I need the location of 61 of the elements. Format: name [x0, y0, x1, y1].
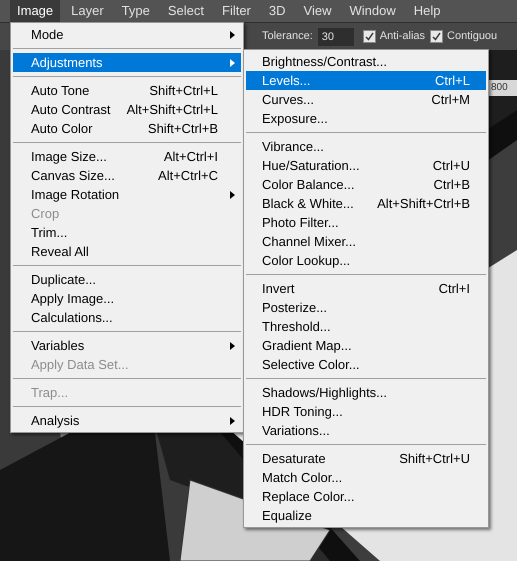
submenu-arrow-icon: [230, 190, 235, 198]
menu-item[interactable]: Shadows/Highlights...: [246, 383, 486, 402]
submenu-arrow-icon: [230, 58, 235, 66]
menu-item[interactable]: Auto Color Shift+Ctrl+B: [13, 119, 241, 138]
ruler-label: 800: [491, 82, 508, 93]
menu-item[interactable]: Gradient Map...: [246, 336, 486, 355]
menu-item[interactable]: Variables: [13, 336, 241, 355]
submenu-arrow-icon: [230, 342, 235, 350]
menu-item[interactable]: Match Color...: [246, 468, 486, 487]
menu-bar-item[interactable]: Image: [10, 0, 60, 22]
menu-bar-item[interactable]: View: [296, 0, 338, 22]
menu-item[interactable]: Channel Mixer...: [246, 232, 486, 251]
tolerance-field[interactable]: 30: [318, 28, 354, 46]
menu-bar-item[interactable]: Layer: [64, 0, 111, 22]
menu-item[interactable]: Curves... Ctrl+M: [246, 90, 486, 109]
menu-item[interactable]: Auto Tone Shift+Ctrl+L: [13, 81, 241, 100]
menu-bar-item[interactable]: Filter: [215, 0, 258, 22]
menu-item[interactable]: Equalize: [246, 506, 486, 525]
menu-item[interactable]: Variations...: [246, 421, 486, 440]
menu-item[interactable]: Threshold...: [246, 317, 486, 336]
menu-bar-item[interactable]: Select: [160, 0, 211, 22]
menu-item[interactable]: Desaturate Shift+Ctrl+U: [246, 449, 486, 468]
menu-bar-item[interactable]: Help: [406, 0, 448, 22]
menu-item[interactable]: Hue/Saturation... Ctrl+U: [246, 156, 486, 175]
tolerance-label: Tolerance:: [262, 29, 313, 44]
menu-item[interactable]: Levels... Ctrl+L: [246, 71, 486, 90]
menu-item[interactable]: Photo Filter...: [246, 213, 486, 232]
menu-item[interactable]: Vibrance...: [246, 137, 486, 156]
menu-bar-item[interactable]: Window: [342, 0, 403, 22]
checkbox-label: Anti-alias: [380, 29, 426, 44]
menu-item[interactable]: Reveal All: [13, 242, 241, 261]
menu-item[interactable]: Analysis: [13, 411, 241, 430]
menu-item[interactable]: Auto Contrast Alt+Shift+Ctrl+L: [13, 100, 241, 119]
menu-item[interactable]: Color Lookup...: [246, 251, 486, 270]
menu-item[interactable]: HDR Toning...: [246, 402, 486, 421]
menu-item[interactable]: Trim...: [13, 223, 241, 242]
menu-item[interactable]: Posterize...: [246, 298, 486, 317]
menu-item[interactable]: Selective Color...: [246, 355, 486, 374]
menu-item[interactable]: Calculations...: [13, 308, 241, 327]
menu-item[interactable]: Color Balance... Ctrl+B: [246, 175, 486, 194]
checkbox-label: Contiguou: [447, 29, 498, 44]
checkbox[interactable]: [430, 30, 444, 43]
checkmark-icon: [432, 32, 442, 41]
menu-item[interactable]: Adjustments: [13, 53, 241, 72]
menu-item[interactable]: Apply Image...: [13, 289, 241, 308]
menu-item[interactable]: Exposure...: [246, 109, 486, 128]
menu-item[interactable]: Invert Ctrl+I: [246, 279, 486, 298]
menu-bar-item[interactable]: 3D: [262, 0, 293, 22]
menu-item[interactable]: Replace Color...: [246, 487, 486, 506]
menu-item[interactable]: Duplicate...: [13, 270, 241, 289]
menu-bar-item[interactable]: Type: [114, 0, 157, 22]
menu-item[interactable]: Black & White... Alt+Shift+Ctrl+B: [246, 194, 486, 213]
checkbox[interactable]: [362, 30, 376, 43]
menu-item[interactable]: Image Rotation: [13, 185, 241, 204]
checkmark-icon: [364, 32, 374, 41]
menu-item[interactable]: Brightness/Contrast...: [246, 52, 486, 71]
menu-item[interactable]: Canvas Size... Alt+Ctrl+C: [13, 166, 241, 185]
submenu-arrow-icon: [230, 416, 235, 424]
menu-item[interactable]: Mode: [13, 25, 241, 44]
submenu-arrow-icon: [230, 30, 235, 38]
menu-item[interactable]: Image Size... Alt+Ctrl+I: [13, 147, 241, 166]
